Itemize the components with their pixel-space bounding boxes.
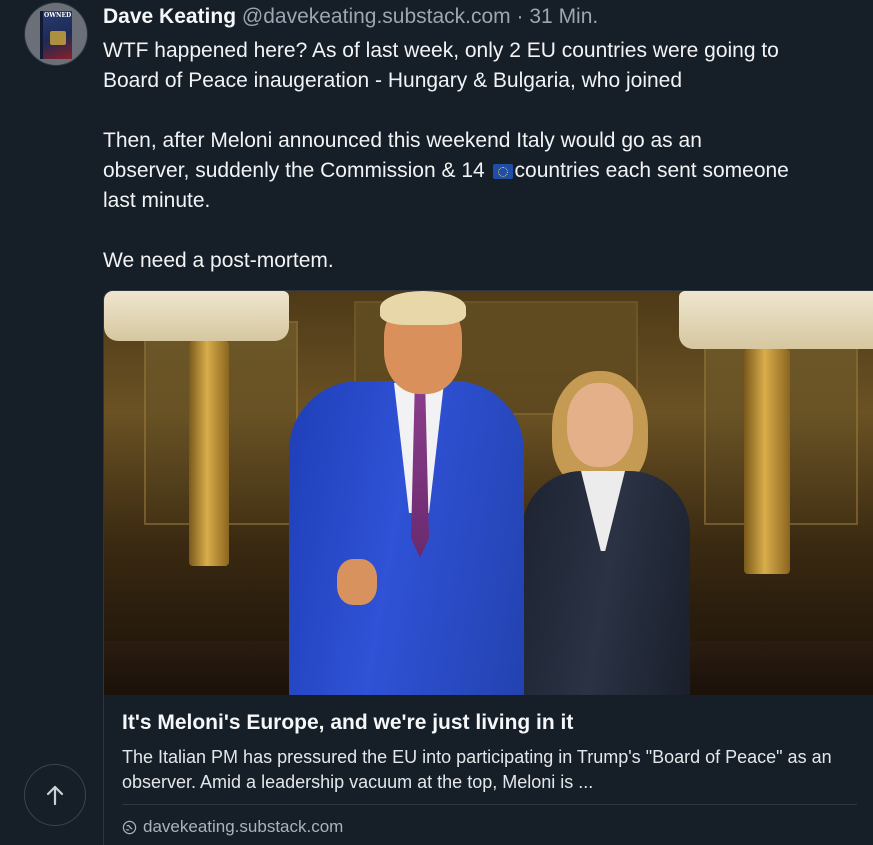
post-text-line: last minute. bbox=[103, 189, 211, 212]
post: OWNED Dave Keating @davekeating.substack… bbox=[0, 0, 873, 845]
card-divider bbox=[122, 804, 857, 805]
post-text-line: WTF happened here? As of last week, only… bbox=[103, 39, 779, 62]
link-preview-image[interactable] bbox=[104, 291, 873, 695]
post-body: WTF happened here? As of last week, only… bbox=[103, 36, 873, 276]
avatar-book-emblem bbox=[50, 31, 66, 45]
link-preview-description: The Italian PM has pressured the EU into… bbox=[122, 747, 832, 792]
link-preview-domain: davekeating.substack.com bbox=[143, 817, 344, 836]
avatar-book-title: OWNED bbox=[44, 12, 72, 19]
right-lamp-base bbox=[744, 349, 790, 574]
post-text-segment: observer, suddenly the Commission & 14 bbox=[103, 159, 491, 182]
author-handle[interactable]: @davekeating.substack.com bbox=[242, 5, 511, 28]
author-avatar[interactable]: OWNED bbox=[25, 3, 87, 65]
left-lamp-shade bbox=[104, 291, 289, 341]
post-text-line: observer, suddenly the Commission & 14 c… bbox=[103, 156, 873, 186]
link-preview-card[interactable]: It's Meloni's Europe, and we're just liv… bbox=[103, 290, 873, 845]
man-hair bbox=[380, 291, 466, 325]
woman-face bbox=[567, 383, 633, 467]
man-thumbs-up-hand bbox=[337, 559, 377, 605]
eu-flag-icon bbox=[492, 164, 513, 179]
post-text-line: We need a post-mortem. bbox=[103, 249, 334, 272]
post-timestamp[interactable]: 31 Min. bbox=[529, 5, 598, 28]
left-lamp-base bbox=[189, 341, 229, 566]
header-separator: · bbox=[516, 5, 524, 28]
avatar-book-image: OWNED bbox=[40, 11, 72, 59]
post-text-line: Board of Peace inaugeration - Hungary & … bbox=[103, 69, 683, 92]
right-lamp-shade bbox=[679, 291, 873, 349]
scroll-to-top-button[interactable] bbox=[24, 764, 86, 826]
link-preview-domain-row[interactable]: davekeating.substack.com bbox=[122, 817, 343, 837]
globe-icon bbox=[122, 820, 137, 834]
post-text-line: Then, after Meloni announced this weeken… bbox=[103, 129, 702, 152]
post-header: Dave Keating @davekeating.substack.com ·… bbox=[103, 4, 598, 30]
arrow-up-icon bbox=[46, 785, 64, 806]
link-preview-title[interactable]: It's Meloni's Europe, and we're just liv… bbox=[122, 711, 573, 735]
post-text-segment: countries each sent someone bbox=[514, 159, 789, 182]
author-name[interactable]: Dave Keating bbox=[103, 5, 236, 28]
